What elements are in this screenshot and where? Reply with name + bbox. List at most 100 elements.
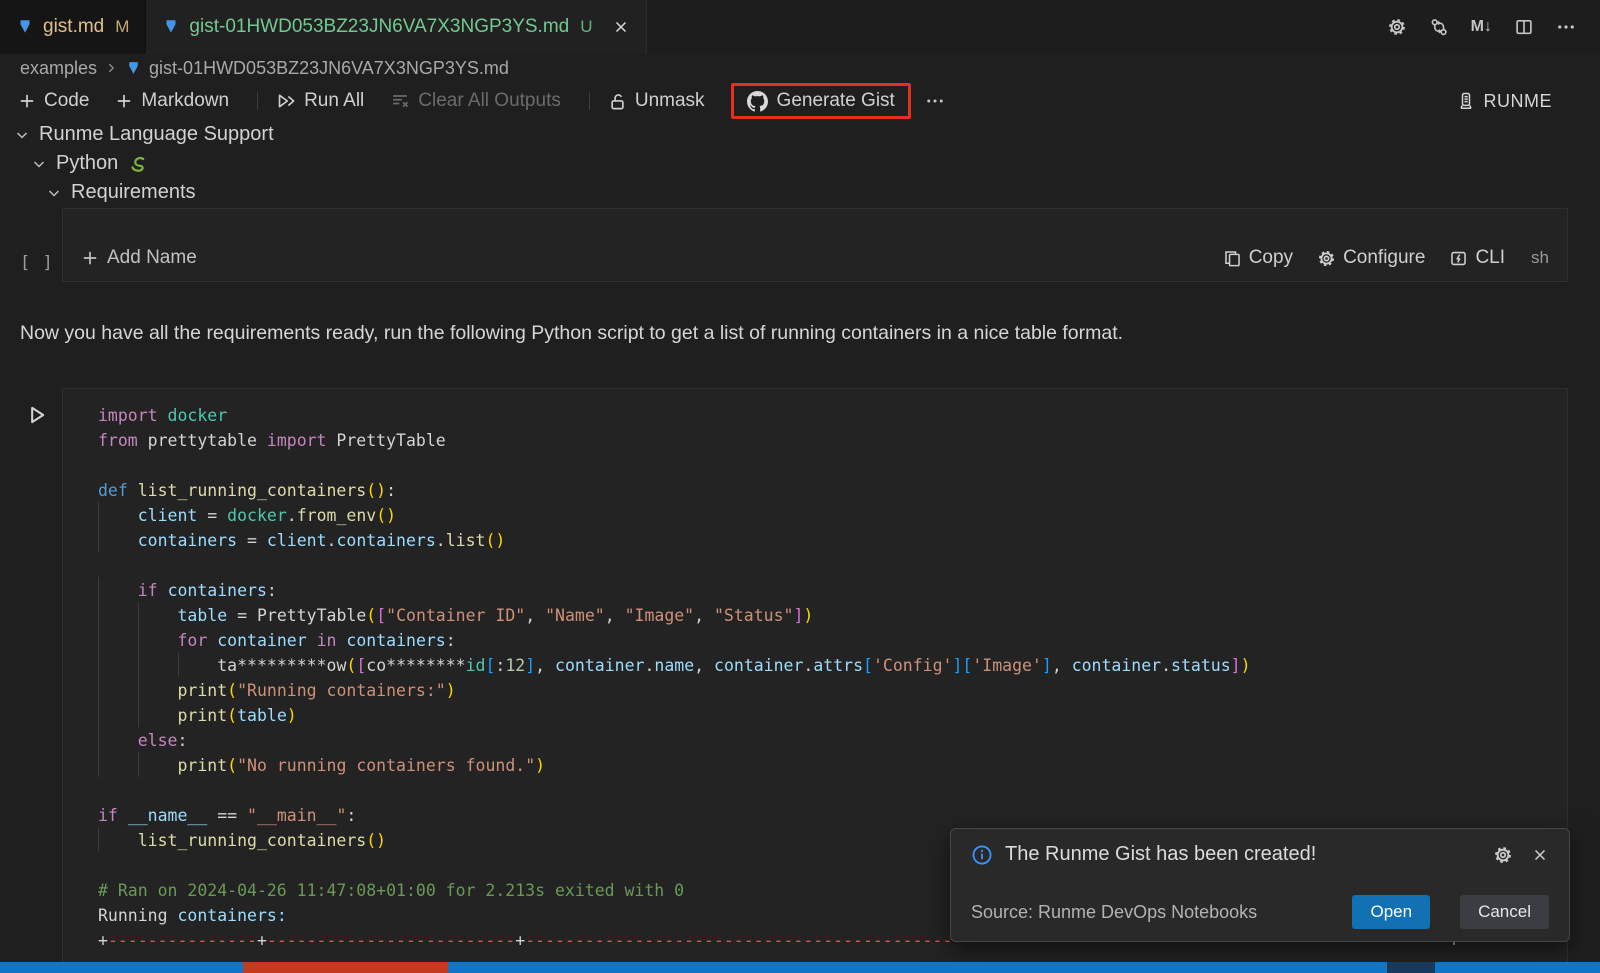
add-markdown-label: Markdown: [141, 90, 229, 112]
chevron-down-icon[interactable]: [46, 185, 62, 201]
cancel-button[interactable]: Cancel: [1460, 895, 1549, 929]
kernel-selector[interactable]: RUNME: [1456, 91, 1553, 112]
vscode-window: gist.md M gist-01HWD053BZ23JN6VA7X3NGP3Y…: [0, 0, 1600, 207]
plus-icon: [115, 92, 133, 110]
notification-toast: The Runme Gist has been created! Source:…: [950, 828, 1570, 942]
toast-footer: Source: Runme DevOps Notebooks Open Canc…: [971, 895, 1549, 929]
code-line[interactable]: import docker: [98, 403, 1567, 428]
add-markdown-cell-button[interactable]: Markdown: [115, 90, 229, 112]
tab-gist-md[interactable]: gist.md M: [0, 0, 146, 54]
toolbar-divider: [589, 92, 590, 110]
tab-gist-generated-md[interactable]: gist-01HWD053BZ23JN6VA7X3NGP3YS.md U: [146, 0, 646, 54]
chevron-down-icon[interactable]: [14, 127, 30, 143]
source-control-sync-icon[interactable]: [1429, 17, 1449, 37]
outline-runme-language-support[interactable]: Runme Language Support: [0, 120, 1600, 149]
copy-button[interactable]: Copy: [1223, 247, 1293, 269]
git-status-badge-untracked: U: [580, 17, 592, 37]
markdown-cell-text: Now you have all the requirements ready,…: [20, 322, 1123, 345]
clear-all-outputs-label: Clear All Outputs: [418, 90, 561, 112]
tab-label: gist.md: [43, 16, 104, 38]
outline-label: Runme Language Support: [39, 123, 274, 146]
more-actions-icon[interactable]: [1556, 17, 1576, 37]
plus-icon: [18, 92, 36, 110]
unmask-label: Unmask: [635, 90, 705, 112]
runme-file-icon: [125, 60, 142, 77]
run-all-icon: [276, 91, 296, 111]
progress-segment: [1435, 962, 1600, 973]
outline-requirements[interactable]: Requirements: [0, 178, 1600, 207]
code-line[interactable]: def list_running_containers():: [98, 478, 1567, 503]
code-line[interactable]: [98, 778, 1567, 803]
clear-all-outputs-button[interactable]: Clear All Outputs: [390, 90, 561, 112]
progress-segment: [0, 962, 243, 973]
outline-label: Python: [56, 152, 118, 175]
notebook-toolbar: Code Markdown Run All Clear: [0, 82, 1600, 120]
code-line[interactable]: client = docker.from_env(): [98, 503, 1567, 528]
code-line[interactable]: print("No running containers found."): [98, 753, 1567, 778]
run-all-button[interactable]: Run All: [276, 90, 364, 112]
cli-terminal-icon: [1449, 249, 1468, 268]
code-line[interactable]: from prettytable import PrettyTable: [98, 428, 1567, 453]
code-line[interactable]: [98, 553, 1567, 578]
code-line[interactable]: containers = client.containers.list(): [98, 528, 1567, 553]
execution-indicator: [ ]: [20, 253, 54, 273]
git-status-badge-modified: M: [115, 17, 129, 37]
toast-message: The Runme Gist has been created!: [1005, 843, 1316, 866]
gear-icon: [1317, 249, 1336, 268]
add-name-button[interactable]: Add Name: [81, 247, 197, 269]
runme-kernel-icon: [1456, 91, 1476, 111]
toast-settings-gear-icon[interactable]: [1493, 845, 1513, 865]
markdown-preview-icon[interactable]: M↓: [1471, 18, 1492, 36]
shell-cell-footer: Add Name Copy: [62, 208, 1568, 282]
code-line[interactable]: ta*********ow([co********id[:12], contai…: [98, 653, 1567, 678]
breadcrumb: examples gist-01HWD053BZ23JN6VA7X3NGP3YS…: [0, 54, 1600, 82]
copy-label: Copy: [1249, 247, 1293, 269]
cell-language-label[interactable]: sh: [1531, 248, 1549, 268]
breadcrumb-folder[interactable]: examples: [20, 58, 97, 79]
progress-segment: [243, 962, 448, 973]
bottom-progress-bar: [0, 962, 1600, 973]
open-button[interactable]: Open: [1352, 895, 1430, 929]
toolbar-more-icon[interactable]: [925, 91, 945, 111]
kernel-label: RUNME: [1484, 91, 1553, 112]
editor-tab-bar: gist.md M gist-01HWD053BZ23JN6VA7X3NGP3Y…: [0, 0, 1600, 54]
code-line[interactable]: if containers:: [98, 578, 1567, 603]
run-cell-button[interactable]: [26, 404, 48, 426]
tab-label: gist-01HWD053BZ23JN6VA7X3NGP3YS.md: [189, 16, 569, 38]
snake-icon: [127, 155, 147, 173]
toast-close-icon[interactable]: [1531, 846, 1549, 864]
close-icon[interactable]: [612, 18, 630, 36]
cell-actions: Copy Configure: [1209, 247, 1549, 269]
outline-python[interactable]: Python: [0, 149, 1600, 178]
unmask-button[interactable]: Unmask: [608, 90, 705, 112]
code-line[interactable]: else:: [98, 728, 1567, 753]
copy-icon: [1223, 249, 1242, 268]
code-line[interactable]: table = PrettyTable(["Container ID", "Na…: [98, 603, 1567, 628]
unlock-icon: [608, 92, 627, 111]
toast-source: Source: Runme DevOps Notebooks: [971, 902, 1257, 923]
code-line[interactable]: [98, 453, 1567, 478]
code-line[interactable]: for container in containers:: [98, 628, 1567, 653]
run-all-label: Run All: [304, 90, 364, 112]
settings-gear-icon[interactable]: [1387, 17, 1407, 37]
generate-gist-button[interactable]: Generate Gist: [731, 83, 911, 119]
cli-button[interactable]: CLI: [1449, 247, 1505, 269]
code-line[interactable]: if __name__ == "__main__":: [98, 803, 1567, 828]
toolbar-divider: [257, 92, 258, 110]
cell-footer-row: Add Name Copy: [63, 235, 1567, 281]
progress-segment: [1387, 962, 1435, 973]
breadcrumb-file[interactable]: gist-01HWD053BZ23JN6VA7X3NGP3YS.md: [149, 58, 509, 79]
code-line[interactable]: print(table): [98, 703, 1567, 728]
add-code-cell-button[interactable]: Code: [18, 90, 89, 112]
cli-label: CLI: [1475, 247, 1505, 269]
configure-button[interactable]: Configure: [1317, 247, 1425, 269]
code-line[interactable]: print("Running containers:"): [98, 678, 1567, 703]
chevron-right-icon: [104, 61, 118, 75]
plus-icon: [81, 249, 99, 267]
configure-label: Configure: [1343, 247, 1425, 269]
toast-header: The Runme Gist has been created!: [971, 843, 1549, 866]
editor-actions: M↓: [1387, 0, 1600, 54]
runme-file-icon: [162, 18, 180, 36]
chevron-down-icon[interactable]: [31, 156, 47, 172]
split-editor-icon[interactable]: [1514, 17, 1534, 37]
